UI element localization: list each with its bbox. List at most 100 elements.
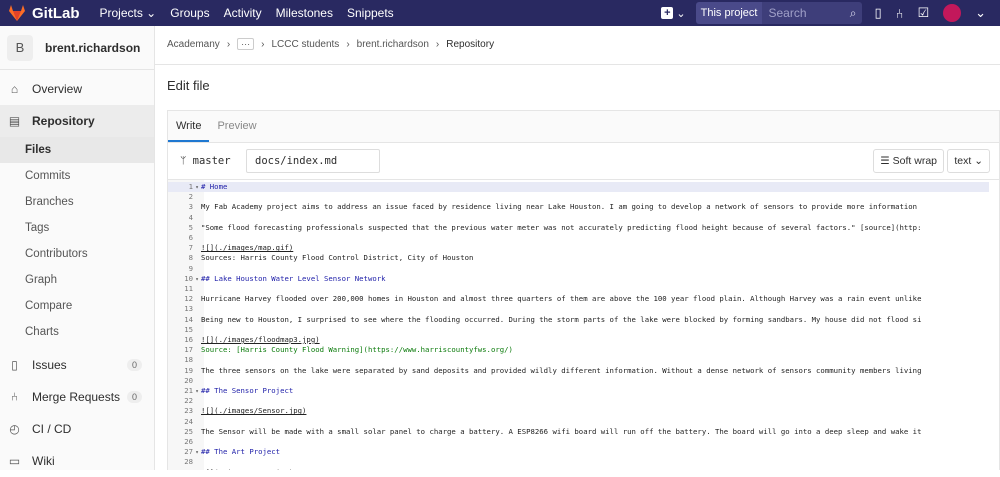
line-number: 3 <box>188 202 193 212</box>
sidebar-item-repository[interactable]: ▤ Repository <box>0 105 154 137</box>
code-line[interactable]: 24 <box>168 417 989 427</box>
file-mode-select[interactable]: text ⌄ <box>947 149 990 173</box>
search-icon: ⌕ <box>849 6 857 20</box>
merge-request-icon[interactable]: ⑃ <box>896 6 904 21</box>
branch-label: ᛘ master <box>180 155 235 167</box>
gitlab-logo[interactable]: GitLab <box>8 5 80 22</box>
code-line[interactable]: 11 <box>168 284 989 294</box>
breadcrumb-current[interactable]: Repository <box>446 39 494 50</box>
code-line[interactable]: 10 ▾ ## Lake Houston Water Level Sensor Ne… <box>168 274 989 284</box>
sidebar-sub-commits[interactable]: Commits <box>0 163 154 189</box>
avatar-chevron-icon[interactable]: ⌄ <box>975 5 986 21</box>
code-text: ## The Sensor Project <box>201 386 294 395</box>
file-name-input[interactable]: docs/index.md <box>246 149 380 173</box>
line-number: 20 <box>184 375 193 385</box>
brand-name: GitLab <box>32 4 80 22</box>
topbar-right: + ⌄ This project Search ⌕ ▯ ⑃ ☑ ⌄ <box>661 0 1000 26</box>
code-line[interactable]: 14 Being new to Houston, I surprised to s… <box>168 315 989 325</box>
line-number: 8 <box>188 253 193 263</box>
sidebar-sub-compare[interactable]: Compare <box>0 293 154 319</box>
code-line[interactable]: 17 Source: [Harris County Flood Warning](… <box>168 345 989 355</box>
sidebar-sub-branches[interactable]: Branches <box>0 189 154 215</box>
code-line[interactable]: 26 <box>168 437 989 447</box>
sidebar-project-header[interactable]: B brent.richardson <box>0 26 154 70</box>
sidebar-item-overview[interactable]: ⌂ Overview <box>0 73 154 105</box>
line-number: 18 <box>184 355 193 365</box>
code-line[interactable]: 1 ▾ # Home <box>168 182 989 193</box>
code-line[interactable]: 25 The Sensor will be made with a small s… <box>168 427 989 437</box>
code-line[interactable]: 6 <box>168 233 989 243</box>
line-number: 17 <box>184 345 193 355</box>
code-line[interactable]: 8 Sources: Harris County Flood Control Di… <box>168 253 989 263</box>
sidebar-item-cicd[interactable]: ◴ CI / CD <box>0 413 154 445</box>
fold-arrow-icon[interactable]: ▾ <box>193 275 201 284</box>
fold-arrow-icon[interactable]: ▾ <box>193 448 201 457</box>
code-line[interactable]: 20 <box>168 376 989 386</box>
chevron-right-icon: › <box>435 38 440 50</box>
code-line[interactable]: 27 ▾ ## The Art Project <box>168 447 989 457</box>
line-number: 10 <box>184 273 193 283</box>
code-text: Sources: Harris County Flood Control Dis… <box>201 253 474 263</box>
code-line[interactable]: 9 <box>168 264 989 274</box>
breadcrumb-expand[interactable]: ··· <box>237 38 255 50</box>
fold-arrow-icon[interactable]: ▾ <box>193 387 201 396</box>
search-input[interactable]: Search ⌕ <box>762 2 863 24</box>
sidebar-item-wiki[interactable]: ▭ Wiki <box>0 445 154 477</box>
code-line[interactable]: 21 ▾ ## The Sensor Project <box>168 386 989 396</box>
search-scope[interactable]: This project <box>695 2 763 24</box>
project-avatar: B <box>7 34 33 61</box>
sidebar-item-issues[interactable]: ▯ Issues 0 <box>0 349 154 381</box>
code-line[interactable]: 12 Hurricane Harvey flooded over 200,000 … <box>168 294 989 304</box>
code-text: Source: [Harris County Flood Warning](ht… <box>201 345 513 355</box>
code-line[interactable]: 4 <box>168 213 989 223</box>
code-line[interactable]: 19 The three sensors on the lake were sep… <box>168 366 989 376</box>
todo-icon[interactable]: ☑ <box>917 5 929 21</box>
nav-activity[interactable]: Activity <box>224 6 262 20</box>
nav-milestones[interactable]: Milestones <box>276 6 333 20</box>
merge-request-icon: ⑃ <box>10 390 19 404</box>
line-number: 1 <box>188 182 193 191</box>
breadcrumb-group[interactable]: Academany <box>167 39 220 50</box>
code-line[interactable]: 18 <box>168 355 989 365</box>
sidebar-toggle-icon[interactable]: ▯ <box>874 5 881 21</box>
nav-projects[interactable]: Projects ⌄ <box>100 6 157 20</box>
sidebar-sub-tags[interactable]: Tags <box>0 215 154 241</box>
line-number: 14 <box>184 314 193 324</box>
sidebar-sub-charts[interactable]: Charts <box>0 319 154 345</box>
line-number: 23 <box>184 406 193 416</box>
code-text: Hurricane Harvey flooded over 200,000 ho… <box>201 294 922 304</box>
code-line[interactable]: 3 My Fab Academy project aims to address … <box>168 202 989 212</box>
tab-write[interactable]: Write <box>168 111 210 142</box>
fold-arrow-icon[interactable]: ▾ <box>193 183 201 192</box>
nav-snippets[interactable]: Snippets <box>347 6 394 20</box>
nav-groups[interactable]: Groups <box>170 6 209 20</box>
chevron-right-icon: › <box>226 38 231 50</box>
user-avatar[interactable] <box>943 4 962 22</box>
chevron-right-icon: › <box>346 38 350 50</box>
new-dropdown[interactable]: + ⌄ <box>661 7 686 20</box>
line-number: 5 <box>188 222 193 232</box>
soft-wrap-label: Soft wrap <box>892 155 937 167</box>
line-number: 2 <box>188 192 193 202</box>
code-line[interactable]: 22 <box>168 396 989 406</box>
breadcrumb-subgroup[interactable]: LCCC students <box>272 39 340 50</box>
code-text: ![](./images/Sensor.jpg) <box>201 406 307 416</box>
sidebar-sub-contributors[interactable]: Contributors <box>0 241 154 267</box>
tab-preview[interactable]: Preview <box>209 111 264 142</box>
code-line[interactable]: 2 <box>168 192 989 202</box>
code-editor[interactable]: 1 ▾ # Home 2 3 My Fab Academy project aims to… <box>168 180 999 470</box>
code-line[interactable]: 23 ![](./images/Sensor.jpg) <box>168 406 989 416</box>
code-line[interactable]: 13 <box>168 304 989 314</box>
code-line[interactable]: 5 "Some flood forecasting professionals s… <box>168 223 989 233</box>
code-line[interactable]: 15 <box>168 325 989 335</box>
document-icon: ▤ <box>8 114 21 128</box>
soft-wrap-button[interactable]: ☰ Soft wrap <box>873 149 944 173</box>
code-line[interactable]: 16 ![](./images/floodmap3.jpg) <box>168 335 989 345</box>
sidebar-sub-graph[interactable]: Graph <box>0 267 154 293</box>
code-line[interactable]: 7 ![](./images/map.gif) <box>168 243 989 253</box>
editor-controls: ᛘ master docs/index.md ☰ Soft wrap text … <box>168 143 999 180</box>
sidebar-item-merge-requests[interactable]: ⑃ Merge Requests 0 <box>0 381 154 413</box>
sidebar-sub-files[interactable]: Files <box>0 137 154 163</box>
code-line[interactable]: 28 <box>168 457 989 467</box>
breadcrumb-project[interactable]: brent.richardson <box>357 39 429 50</box>
